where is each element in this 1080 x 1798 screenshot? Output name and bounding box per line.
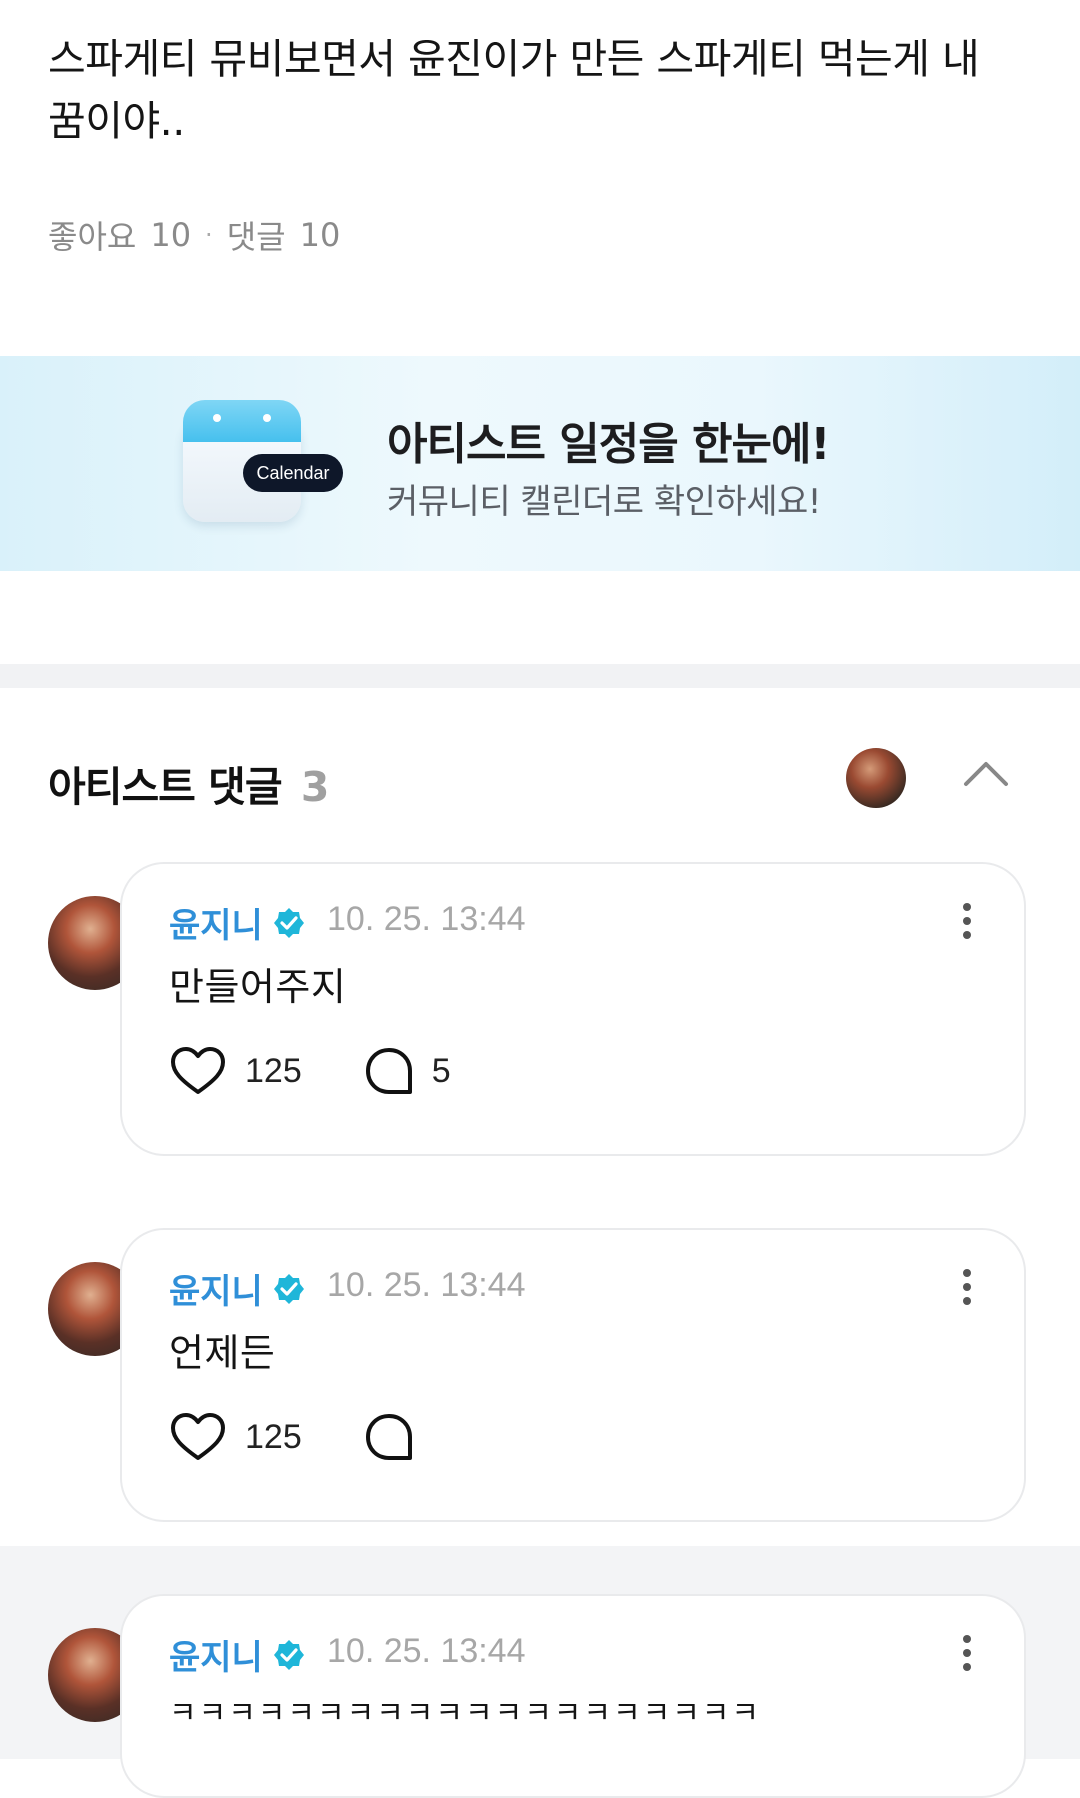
comment-text: 만들어주지 <box>169 965 347 1009</box>
comments-count: 10 <box>299 216 341 254</box>
comment-card[interactable]: 윤지니 10. 25. 13:44 언제든 125 <box>120 1228 1026 1522</box>
meta-separator: · <box>205 221 213 249</box>
comment-card[interactable]: 윤지니 10. 25. 13:44 ㅋㅋㅋㅋㅋㅋㅋㅋㅋㅋㅋㅋㅋㅋㅋㅋㅋㅋㅋㅋ <box>120 1594 1026 1798</box>
verified-badge-icon <box>273 907 304 938</box>
likes-count: 10 <box>150 216 192 254</box>
commenter-name[interactable]: 윤지니 <box>169 1264 263 1313</box>
section-divider <box>0 664 1080 688</box>
speech-bubble-icon[interactable] <box>364 1046 414 1096</box>
comment-text: 언제든 <box>169 1331 276 1375</box>
post-text: 스파게티 뮤비보면서 윤진이가 만든 스파게티 먹는게 내 꿈이야.. <box>48 35 980 145</box>
commenter-name-row[interactable]: 윤지니 <box>169 898 305 947</box>
artist-comments-label: 아티스트 댓글 <box>48 763 283 811</box>
like-count: 125 <box>245 1417 302 1456</box>
likes-label[interactable]: 좋아요 <box>48 212 136 258</box>
heart-icon[interactable] <box>169 1412 227 1462</box>
commenter-name[interactable]: 윤지니 <box>169 898 263 947</box>
more-vertical-icon[interactable] <box>962 1268 972 1306</box>
commenter-name[interactable]: 윤지니 <box>169 1630 263 1679</box>
post-meta: 좋아요 10 · 댓글 10 <box>48 212 340 258</box>
comment-text: ㅋㅋㅋㅋㅋㅋㅋㅋㅋㅋㅋㅋㅋㅋㅋㅋㅋㅋㅋㅋ <box>169 1696 761 1731</box>
comment-actions: 125 <box>169 1412 432 1462</box>
comment-time: 10. 25. 13:44 <box>327 1632 526 1670</box>
artist-comments-count: 3 <box>300 763 330 811</box>
banner-subtitle: 커뮤니티 캘린더로 확인하세요! <box>387 482 821 522</box>
more-vertical-icon[interactable] <box>962 1634 972 1672</box>
calendar-icon: Calendar <box>183 400 343 524</box>
artist-comments-title: 아티스트 댓글 3 <box>48 753 330 813</box>
comment-actions: 125 5 <box>169 1046 451 1096</box>
artist-avatar[interactable] <box>846 748 906 808</box>
heart-icon[interactable] <box>169 1046 227 1096</box>
verified-badge-icon <box>273 1639 304 1670</box>
calendar-banner[interactable]: Calendar 아티스트 일정을 한눈에! 커뮤니티 캘린더로 확인하세요! <box>0 356 1080 571</box>
calendar-tag: Calendar <box>243 454 343 492</box>
verified-badge-icon <box>273 1273 304 1304</box>
chevron-up-icon[interactable] <box>963 758 1009 788</box>
like-count: 125 <box>245 1051 302 1090</box>
more-vertical-icon[interactable] <box>962 902 972 940</box>
reply-count: 5 <box>431 1051 451 1090</box>
banner-title: 아티스트 일정을 한눈에! <box>387 419 831 470</box>
comment-time: 10. 25. 13:44 <box>327 900 526 938</box>
commenter-name-row[interactable]: 윤지니 <box>169 1264 305 1313</box>
comment-card[interactable]: 윤지니 10. 25. 13:44 만들어주지 125 5 <box>120 862 1026 1156</box>
speech-bubble-icon[interactable] <box>364 1412 414 1462</box>
comments-label[interactable]: 댓글 <box>227 212 286 258</box>
comment-time: 10. 25. 13:44 <box>327 1266 526 1304</box>
commenter-name-row[interactable]: 윤지니 <box>169 1630 305 1679</box>
